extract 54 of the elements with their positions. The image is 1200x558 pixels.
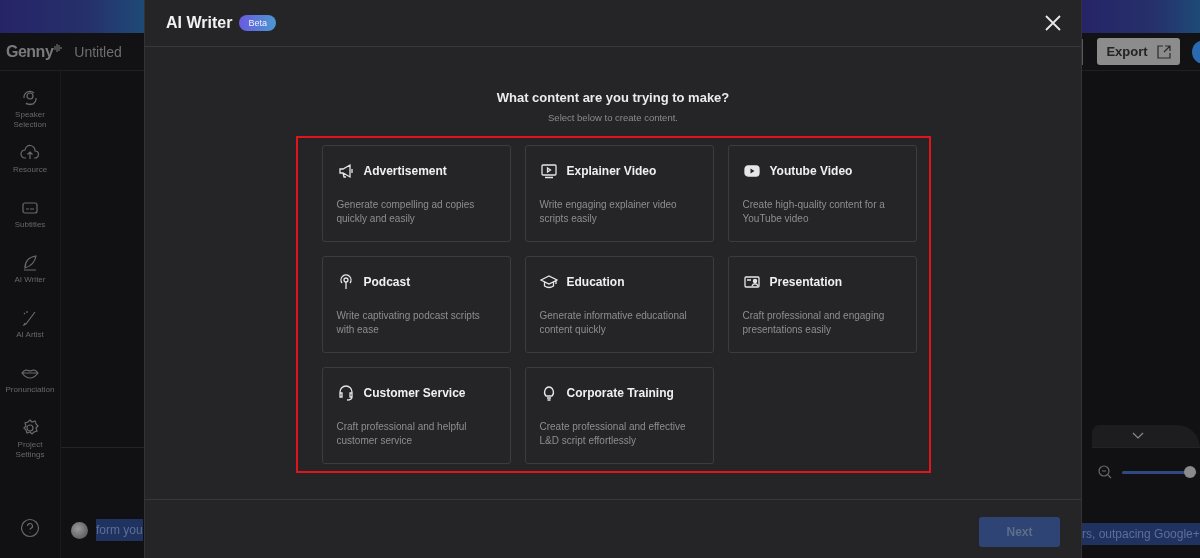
- dialog-heading: What content are you trying to make?: [496, 90, 730, 105]
- option-card[interactable]: Podcast Write captivating podcast scripts with ease: [321, 256, 511, 353]
- option-card[interactable]: Explainer Video Write engaging explainer video scripts easily: [524, 145, 714, 242]
- option-card[interactable]: Youtube Video Create high-quality content for a YouTube video: [727, 145, 917, 242]
- option-description: Generate informative educational content quickly: [539, 309, 688, 337]
- option-card[interactable]: Education Generate informative educational content quickly: [524, 256, 714, 353]
- option-description: Generate compelling ad copies quickly and easily: [336, 198, 476, 226]
- option-description: Create professional and effective L&D script effortlessly: [539, 420, 687, 448]
- play-icon: [742, 162, 761, 180]
- sidebar-item[interactable]: AI Writer: [0, 253, 60, 308]
- logo: Genny: [6, 42, 54, 61]
- graduation-cap-icon: [539, 273, 558, 291]
- dialog-subheading: Select below to create content.: [548, 112, 678, 123]
- option-description: Craft professional and engaging presentations easily: [742, 309, 886, 337]
- help-icon[interactable]: [20, 518, 40, 538]
- option-description: Craft professional and helpful customer service: [336, 420, 468, 448]
- sidebar-item[interactable]: Pronunciation: [0, 363, 60, 418]
- option-title: Podcast: [363, 275, 411, 289]
- option-title: Education: [566, 275, 625, 289]
- sidebar-item[interactable]: Subtitles: [0, 198, 60, 253]
- export-button[interactable]: Export: [1097, 38, 1180, 65]
- share-icon: [1156, 44, 1171, 59]
- zoom-out-icon[interactable]: [1098, 465, 1112, 479]
- presentation-icon: [742, 273, 761, 291]
- option-title: Corporate Training: [566, 386, 674, 400]
- sidebar-item[interactable]: Resource: [0, 143, 60, 198]
- project-title: Untitled: [74, 43, 122, 60]
- dialog-title: AI Writer: [166, 14, 233, 32]
- option-card[interactable]: Presentation Craft professional and engaging presentations easily: [727, 256, 917, 353]
- option-card[interactable]: Customer Service Craft professional and helpful customer service: [321, 367, 511, 464]
- close-icon[interactable]: [1045, 15, 1061, 31]
- option-title: Customer Service: [363, 386, 466, 400]
- speaker-swap-icon: [20, 88, 40, 108]
- option-title: Explainer Video: [566, 164, 657, 178]
- chevron-down-icon[interactable]: [1132, 432, 1144, 440]
- option-title: Youtube Video: [769, 164, 853, 178]
- avatar-icon: [71, 521, 88, 539]
- sidebar-item[interactable]: Project Settings: [0, 418, 60, 473]
- option-description: Write captivating podcast scripts with ease: [336, 309, 481, 337]
- script-text: form you: [96, 519, 143, 541]
- beta-badge: Beta: [239, 15, 276, 31]
- option-title: Presentation: [769, 275, 843, 289]
- headset-icon: [336, 384, 355, 402]
- zoom-slider[interactable]: [1122, 466, 1198, 478]
- sidebar-item[interactable]: Speaker Selection: [0, 88, 60, 143]
- sidebar-item[interactable]: AI Artist: [0, 308, 60, 363]
- option-title: Advertisement: [363, 164, 447, 178]
- option-card[interactable]: Advertisement Generate compelling ad copies quickly and easily: [321, 145, 511, 242]
- monitor-play-icon: [539, 162, 558, 180]
- option-card[interactable]: Corporate Training Create professional and effective L&D script effortlessly: [524, 367, 714, 464]
- megaphone-icon: [336, 162, 355, 180]
- option-description: Write engaging explainer video scripts easily: [539, 198, 678, 226]
- option-description: Create high-quality content for a YouTube video: [742, 198, 886, 226]
- script-text: rs, outpacing Google+: [1082, 523, 1200, 545]
